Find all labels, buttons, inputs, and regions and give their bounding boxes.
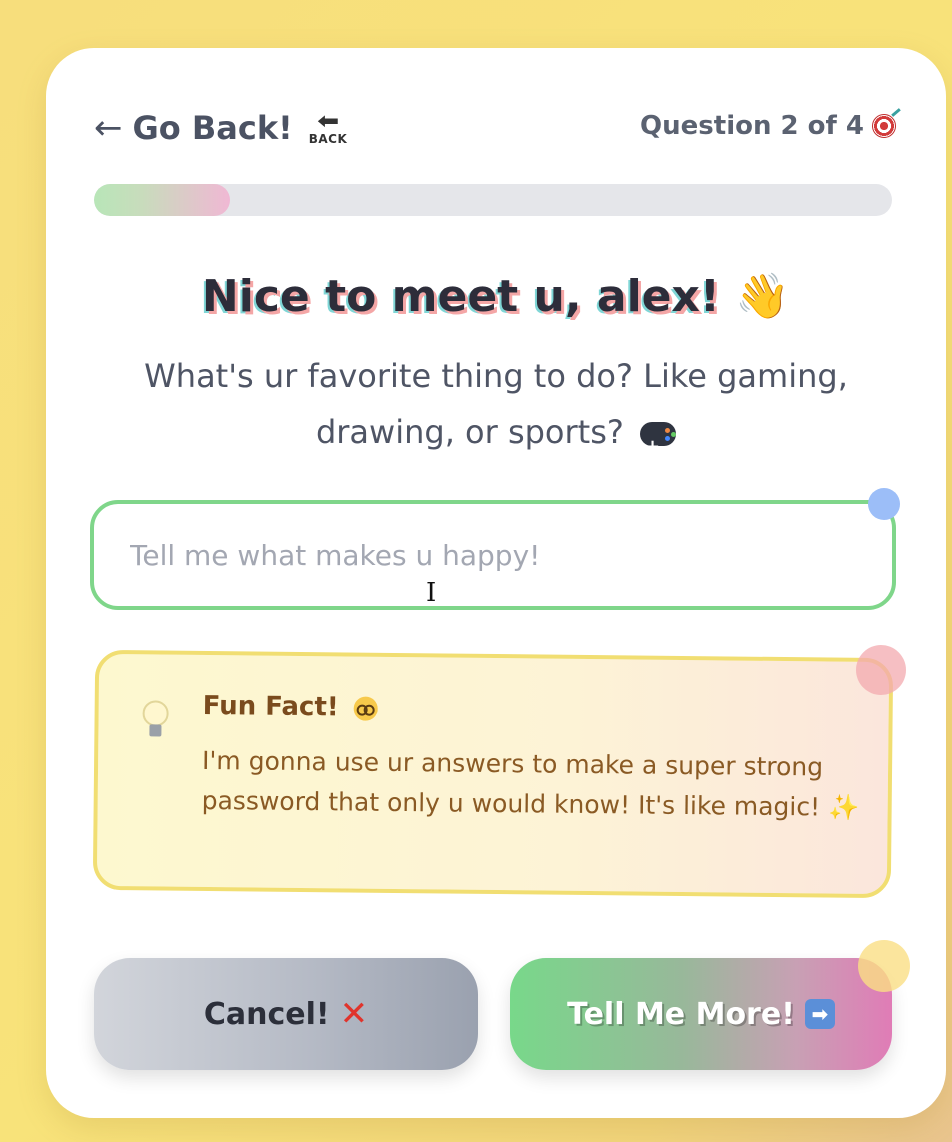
decorative-dot-yellow: [858, 940, 910, 992]
x-icon: ✕: [339, 994, 369, 1034]
nerd-icon: [353, 696, 378, 721]
answer-input[interactable]: [90, 500, 896, 610]
decorative-dot-pink: [856, 645, 906, 695]
gamepad-icon: [640, 419, 677, 475]
bulb-icon: [142, 700, 169, 740]
greeting-heading: Nice to meet u, alex! 👋: [46, 270, 946, 322]
question-text: What's ur favorite thing to do? Like gam…: [144, 357, 848, 451]
question-prompt: What's ur favorite thing to do? Like gam…: [106, 348, 886, 475]
question-counter: Question 2 of 4: [640, 110, 896, 142]
tell-me-more-label: Tell Me More!: [567, 996, 795, 1032]
back-icon-arrow: ⬅: [316, 109, 340, 134]
back-icon: ⬅ BACK: [308, 109, 348, 146]
sparkle-icon: ✨: [827, 792, 860, 822]
tell-me-more-button[interactable]: Tell Me More! ➡: [510, 958, 892, 1070]
fun-fact-body: I'm gonna use ur answers to make a super…: [201, 745, 824, 822]
fun-fact-title: Fun Fact!: [203, 691, 378, 723]
decorative-dot-blue: [868, 488, 900, 520]
fun-fact-text: I'm gonna use ur answers to make a super…: [201, 741, 862, 828]
fun-fact-title-text: Fun Fact!: [202, 690, 339, 723]
fun-fact-box: Fun Fact! I'm gonna use ur answers to ma…: [92, 649, 894, 899]
go-back-label: Go Back!: [132, 109, 293, 147]
question-counter-text: Question 2 of 4: [640, 111, 864, 141]
left-arrow-icon: ←: [94, 108, 123, 148]
back-icon-text: BACK: [308, 132, 348, 146]
go-back-button[interactable]: ← Go Back! ⬅ BACK: [94, 106, 347, 150]
progress-bar: [94, 184, 892, 216]
cancel-label: Cancel!: [203, 996, 330, 1032]
progress-bar-fill: [94, 184, 230, 216]
cancel-button[interactable]: Cancel! ✕: [94, 958, 478, 1070]
greeting-text: Nice to meet u, alex!: [201, 271, 720, 322]
target-icon: [872, 114, 896, 138]
wave-icon: 👋: [735, 271, 791, 322]
arrow-right-icon: ➡: [804, 999, 835, 1029]
question-card: ← Go Back! ⬅ BACK Question 2 of 4 Nice t…: [46, 48, 946, 1118]
text-cursor-icon: I: [426, 578, 437, 608]
